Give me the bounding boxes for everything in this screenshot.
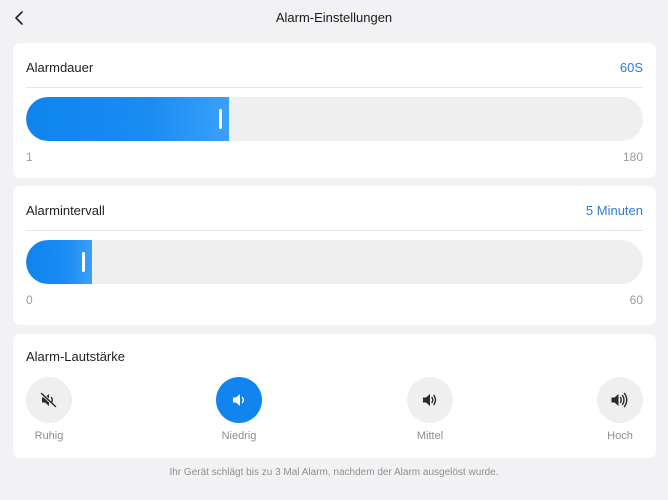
- footer-note: Ihr Gerät schlägt bis zu 3 Mal Alarm, na…: [169, 467, 499, 478]
- volume-button-niedrig[interactable]: [216, 377, 262, 423]
- volume-button-ruhig[interactable]: [26, 377, 72, 423]
- alarm-duration-slider-fill: [26, 97, 229, 141]
- volume-medium-icon: [423, 394, 437, 406]
- volume-label-hoch: Hoch: [607, 430, 633, 442]
- volume-label-mittel: Mittel: [416, 430, 444, 442]
- volume-label-niedrig: Niedrig: [221, 430, 257, 442]
- alarm-duration-slider[interactable]: [26, 97, 643, 141]
- alarm-interval-value: 5 Minuten: [585, 203, 643, 218]
- alarm-duration-slider-handle[interactable]: [219, 109, 222, 129]
- alarm-volume-title: Alarm-Lautstärke: [26, 349, 125, 364]
- alarm-duration-card: Alarmdauer 60S 1 180: [13, 43, 656, 178]
- alarm-interval-header: Alarmintervall 5 Minuten: [26, 186, 643, 231]
- alarm-interval-title: Alarmintervall: [26, 203, 105, 218]
- alarm-duration-value: 60S: [619, 60, 643, 75]
- volume-option-hoch[interactable]: Hoch: [585, 377, 655, 447]
- volume-option-ruhig[interactable]: Ruhig: [14, 377, 84, 447]
- top-bar: Alarm-Einstellungen: [0, 0, 668, 36]
- alarm-duration-title: Alarmdauer: [26, 60, 94, 75]
- alarm-duration-min-label: 1: [26, 150, 33, 164]
- alarm-duration-header: Alarmdauer 60S: [26, 43, 643, 88]
- alarm-interval-slider[interactable]: [26, 240, 643, 284]
- volume-option-niedrig[interactable]: Niedrig: [204, 377, 274, 447]
- mute-icon: [40, 392, 58, 408]
- volume-high-icon: [611, 392, 628, 408]
- alarm-volume-card: Alarm-Lautstärke Ruhig Niedrig Mittel Ho…: [13, 334, 656, 458]
- volume-option-mittel[interactable]: Mittel: [395, 377, 465, 447]
- alarm-interval-min-label: 0: [26, 293, 33, 307]
- volume-button-mittel[interactable]: [407, 377, 453, 423]
- alarm-interval-max-label: 60: [629, 293, 643, 307]
- volume-button-hoch[interactable]: [597, 377, 643, 423]
- alarm-interval-card: Alarmintervall 5 Minuten 0 60: [13, 186, 656, 325]
- volume-low-icon: [233, 394, 244, 406]
- volume-label-ruhig: Ruhig: [34, 430, 64, 442]
- page-title: Alarm-Einstellungen: [275, 10, 393, 25]
- alarm-interval-slider-handle[interactable]: [82, 252, 85, 272]
- alarm-duration-max-label: 180: [622, 150, 643, 164]
